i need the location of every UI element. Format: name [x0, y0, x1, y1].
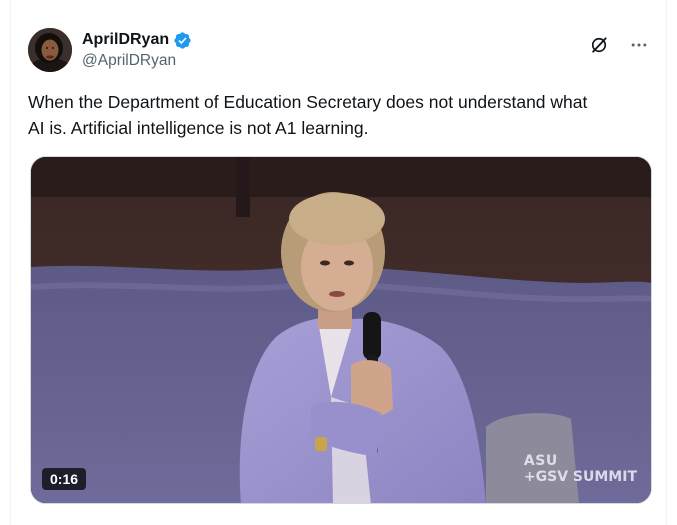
- display-name[interactable]: AprilDRyan: [82, 31, 169, 49]
- video-player[interactable]: 0:16 ASU +GSV SUMMIT: [30, 156, 652, 504]
- grok-icon[interactable]: [588, 34, 610, 56]
- tweet-card: AprilDRyan @AprilDRyan When the Departme…: [10, 0, 667, 525]
- watermark-line: ASU: [523, 453, 558, 469]
- tweet-text-line: AI is. Artificial intelligence is not A1…: [28, 118, 369, 138]
- tweet-header: AprilDRyan @AprilDRyan: [28, 28, 650, 76]
- more-icon[interactable]: [628, 34, 650, 56]
- avatar[interactable]: [28, 28, 72, 72]
- video-frame: [31, 157, 651, 503]
- video-watermark: ASU +GSV SUMMIT: [524, 453, 637, 485]
- video-duration: 0:16: [42, 468, 87, 490]
- author-names: AprilDRyan @AprilDRyan: [82, 30, 192, 70]
- author-handle[interactable]: @AprilDRyan: [82, 52, 192, 70]
- tweet-text: When the Department of Education Secreta…: [28, 89, 658, 141]
- tweet-text-line: When the Department of Education Secreta…: [28, 92, 588, 112]
- watermark-line: +GSV SUMMIT: [523, 469, 637, 485]
- avatar-image: [28, 28, 72, 72]
- header-actions: [588, 34, 650, 56]
- verified-badge-icon[interactable]: [173, 31, 192, 50]
